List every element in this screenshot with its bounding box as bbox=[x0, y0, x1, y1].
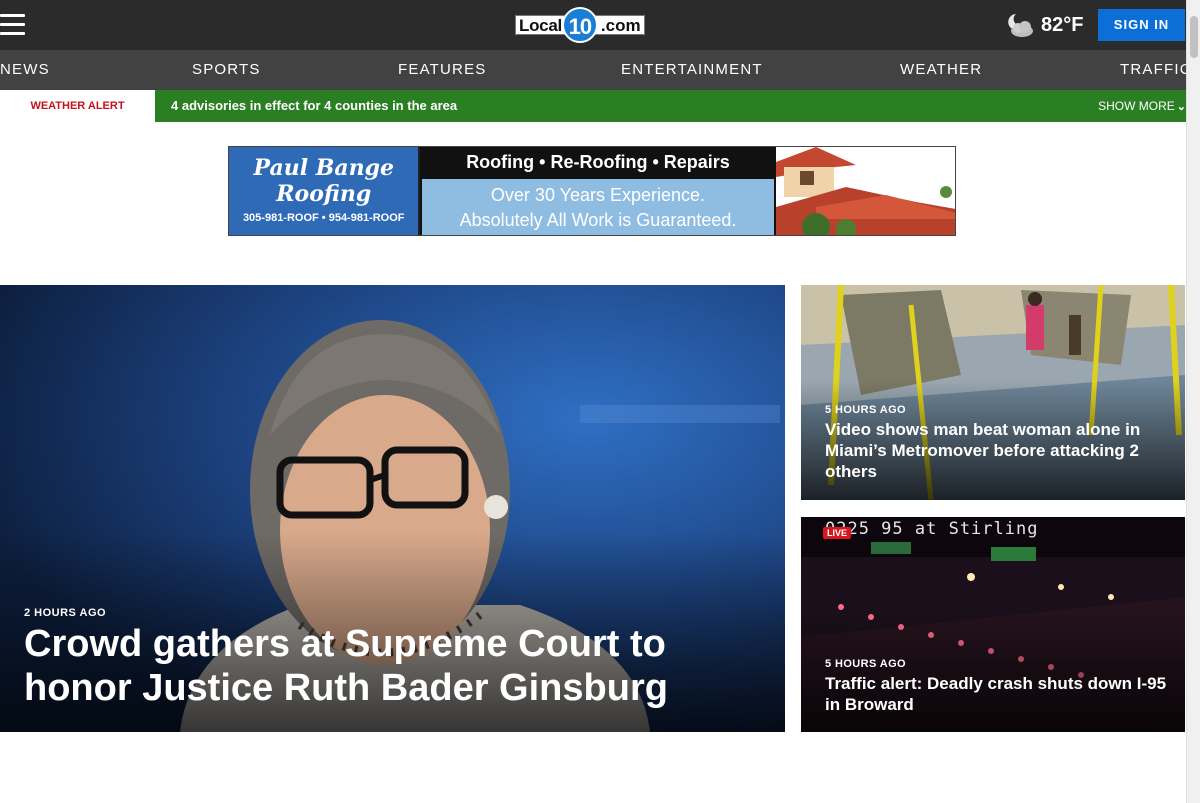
ad-message-panel: Roofing • Re-Roofing • Repairs Over 30 Y… bbox=[420, 147, 776, 235]
ad-brand-panel: Paul Bange Roofing 305-981-ROOF • 954-98… bbox=[229, 147, 421, 235]
advertisement-banner[interactable]: Paul Bange Roofing 305-981-ROOF • 954-98… bbox=[228, 146, 956, 236]
nav-item-entertainment[interactable]: ENTERTAINMENT bbox=[621, 61, 763, 78]
ad-brand-name: Paul Bange Roofing bbox=[253, 155, 394, 207]
nav-item-sports[interactable]: SPORTS bbox=[192, 61, 261, 78]
hero-headline[interactable]: Crowd gathers at Supreme Court to honor … bbox=[24, 622, 764, 710]
scrollbar-thumb[interactable] bbox=[1190, 16, 1198, 58]
weather-alert-message-bar[interactable]: 4 advisories in effect for 4 counties in… bbox=[155, 90, 1186, 122]
ad-tagline-line1: Over 30 Years Experience. bbox=[490, 185, 706, 205]
ad-tagline-line2: Absolutely All Work is Guaranteed. bbox=[459, 210, 737, 230]
weather-alert-message: 4 advisories in effect for 4 counties in… bbox=[171, 98, 458, 113]
live-badge: LIVE bbox=[823, 527, 852, 539]
nav-item-news[interactable]: NEWS bbox=[0, 61, 50, 78]
story-timestamp: 5 HOURS AGO bbox=[825, 404, 907, 416]
scrollbar[interactable] bbox=[1186, 0, 1200, 803]
ad-phone-numbers: 305-981-ROOF • 954-981-ROOF bbox=[242, 212, 405, 224]
nav-item-traffic[interactable]: TRAFFIC bbox=[1120, 61, 1186, 78]
hero-story[interactable]: 2 HOURS AGO Crowd gathers at Supreme Cou… bbox=[0, 285, 785, 732]
story-card[interactable]: 5 HOURS AGO Video shows man beat woman a… bbox=[801, 285, 1185, 500]
menu-icon[interactable] bbox=[0, 14, 26, 36]
sign-in-button[interactable]: SIGN IN bbox=[1098, 9, 1185, 41]
show-more-label: SHOW MORE bbox=[1098, 99, 1175, 113]
logo-number: 10 bbox=[561, 7, 598, 43]
ad-tagline: Over 30 Years Experience. Absolutely All… bbox=[422, 179, 774, 235]
chevron-down-icon: ⌄ bbox=[1176, 101, 1186, 113]
top-bar: Local 10 .com 82°F SIGN IN bbox=[0, 0, 1186, 50]
temperature: 82°F bbox=[1041, 13, 1084, 36]
story-card[interactable]: 0225 95 at Stirling LIVE 5 HOURS AGO Tra… bbox=[801, 517, 1185, 732]
logo-text-right: .com bbox=[594, 15, 645, 35]
hero-timestamp: 2 HOURS AGO bbox=[24, 607, 107, 619]
story-headline[interactable]: Video shows man beat woman alone in Miam… bbox=[825, 419, 1170, 482]
site-logo[interactable]: Local 10 .com bbox=[515, 7, 670, 43]
main-nav: NEWS SPORTS FEATURES ENTERTAINMENT WEATH… bbox=[0, 50, 1186, 90]
weather-widget[interactable]: 82°F bbox=[1004, 10, 1083, 40]
story-timestamp: 5 HOURS AGO bbox=[825, 658, 907, 670]
story-headline[interactable]: Traffic alert: Deadly crash shuts down I… bbox=[825, 673, 1170, 715]
logo-text-left: Local bbox=[515, 15, 565, 35]
nav-item-weather[interactable]: WEATHER bbox=[900, 61, 982, 78]
partly-cloudy-night-icon bbox=[1008, 14, 1033, 37]
weather-alert-bar[interactable]: WEATHER ALERT 4 advisories in effect for… bbox=[0, 90, 1186, 122]
show-more-button[interactable]: SHOW MORE ⌄ bbox=[1098, 99, 1186, 113]
camera-caption: 0225 95 at Stirling bbox=[825, 519, 1039, 539]
ad-services: Roofing • Re-Roofing • Repairs bbox=[420, 147, 776, 177]
weather-alert-label: WEATHER ALERT bbox=[0, 90, 155, 122]
nav-item-features[interactable]: FEATURES bbox=[398, 61, 487, 78]
ad-house-image bbox=[775, 147, 955, 235]
